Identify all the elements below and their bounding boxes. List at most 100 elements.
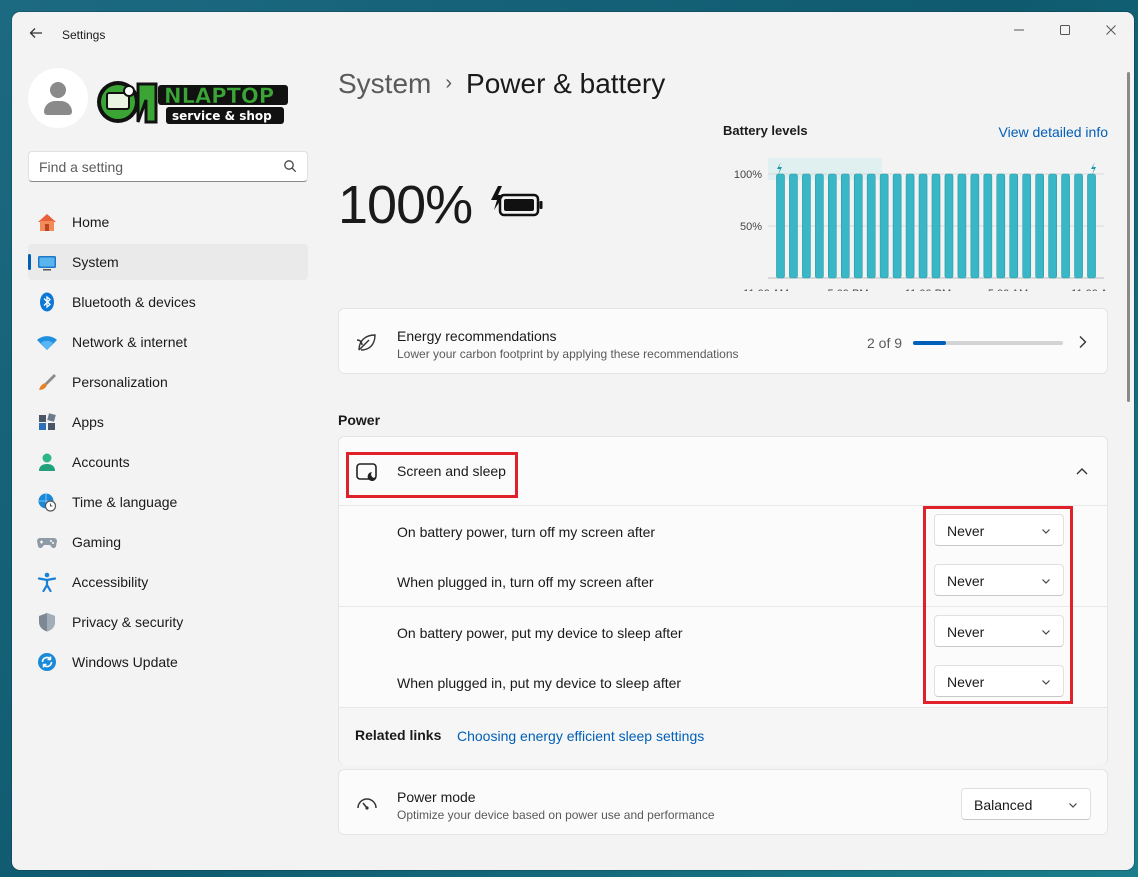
minimize-button[interactable] (996, 18, 1042, 46)
energy-sleep-settings-link[interactable]: Choosing energy efficient sleep settings (457, 728, 704, 744)
energy-subtitle: Lower your carbon footprint by applying … (397, 347, 739, 361)
sidebar-item-network[interactable]: Network & internet (28, 324, 308, 360)
minimize-icon (1014, 29, 1024, 31)
battery-charging-icon (491, 186, 543, 217)
sidebar-item-time-language[interactable]: Time & language (28, 484, 308, 520)
x-tick-label: 11:00 PM (905, 288, 951, 291)
related-links-label: Related links (355, 727, 442, 743)
sidebar-item-bluetooth[interactable]: Bluetooth & devices (28, 284, 308, 320)
brush-icon (39, 374, 56, 390)
chart-bar (1048, 173, 1057, 279)
power-mode-card: Power mode Optimize your device based on… (338, 769, 1108, 835)
search-input[interactable] (39, 158, 269, 176)
x-tick-label: 11:00 AM (743, 288, 789, 291)
sidebar-item-label: Network & internet (72, 334, 188, 350)
power-mode-select[interactable]: Balanced (961, 788, 1091, 820)
battery-percent: 100% (338, 175, 473, 235)
sidebar-item-system[interactable]: System (28, 244, 308, 280)
energy-title: Energy recommendations (397, 328, 557, 344)
sidebar-item-label: Personalization (72, 374, 168, 390)
chart-bar (828, 173, 837, 279)
energy-progress-bar (913, 341, 1063, 345)
view-detailed-info-link[interactable]: View detailed info (999, 124, 1108, 140)
avatar[interactable] (28, 68, 88, 128)
chart-bar (983, 173, 993, 279)
sidebar-item-label: Gaming (72, 534, 122, 550)
breadcrumb-chevron-icon: › (445, 72, 453, 94)
x-tick-label: 5:00 AM (988, 288, 1028, 291)
maximize-button[interactable] (1042, 18, 1088, 46)
chart-bar (840, 173, 850, 279)
update-icon (38, 653, 56, 671)
chevron-right-icon (1079, 336, 1087, 348)
battery-screen-off-label: On battery power, turn off my screen aft… (397, 524, 656, 540)
maximize-icon (1060, 25, 1070, 35)
sidebar-item-windows-update[interactable]: Windows Update (28, 644, 308, 680)
home-icon (38, 214, 56, 231)
sidebar-item-personalization[interactable]: Personalization (28, 364, 308, 400)
sidebar-item-label: Bluetooth & devices (72, 294, 196, 310)
breadcrumb-parent[interactable]: System (338, 68, 431, 99)
sidebar-item-label: Apps (72, 414, 104, 430)
scrollbar-thumb[interactable] (1127, 72, 1130, 402)
highlight-screen-sleep (346, 452, 518, 498)
chart-bar (1087, 173, 1096, 279)
y-tick-label: 100% (734, 169, 762, 181)
system-icon (38, 256, 56, 271)
sidebar-item-label: Accounts (72, 454, 130, 470)
chart-bar (1022, 173, 1032, 279)
shield-icon (39, 613, 55, 632)
x-tick-label: 5:00 PM (828, 288, 869, 291)
sidebar-item-label: Time & language (72, 494, 178, 510)
sidebar-item-privacy[interactable]: Privacy & security (28, 604, 308, 640)
gamepad-icon (37, 538, 57, 549)
accessibility-icon (37, 572, 57, 592)
search-icon (284, 160, 297, 173)
chevron-up-icon (1076, 468, 1088, 475)
related-links-row: Related links Choosing energy efficient … (339, 708, 1107, 765)
chart-bar (996, 173, 1006, 279)
chart-bar (815, 173, 824, 279)
charging-bolt-icon (1091, 162, 1096, 175)
power-section-label: Power (338, 412, 381, 428)
chart-bar (918, 173, 928, 279)
sidebar-item-accounts[interactable]: Accounts (28, 444, 308, 480)
sidebar-item-label: Privacy & security (72, 614, 184, 630)
power-mode-subtitle: Optimize your device based on power use … (397, 808, 715, 822)
globe-clock-icon (38, 493, 57, 512)
sidebar-item-label: Windows Update (72, 654, 178, 670)
chart-bar (1061, 173, 1070, 279)
sidebar-item-label: Accessibility (72, 574, 149, 590)
title-bar: Settings (12, 12, 1134, 56)
x-tick-label: 11:00 AM (1071, 288, 1108, 291)
chart-bar (1074, 173, 1083, 279)
sidebar-item-gaming[interactable]: Gaming (28, 524, 308, 560)
sidebar-item-accessibility[interactable]: Accessibility (28, 564, 308, 600)
settings-window: Settings NLAPTOP service & shop Home (12, 12, 1134, 870)
chart-bar (905, 173, 915, 279)
close-icon (1106, 25, 1116, 35)
app-title: Settings (62, 28, 106, 42)
apps-icon (39, 413, 56, 430)
plugged-screen-off-label: When plugged in, turn off my screen afte… (397, 574, 654, 590)
plugged-sleep-label: When plugged in, put my device to sleep … (397, 675, 682, 691)
logo-main-text: NLAPTOP (164, 84, 274, 108)
battery-sleep-label: On battery power, put my device to sleep… (397, 625, 683, 641)
back-arrow-icon (29, 28, 42, 38)
search-box[interactable] (28, 151, 308, 182)
chart-bar (957, 173, 967, 279)
sidebar-item-apps[interactable]: Apps (28, 404, 308, 440)
chart-bar (892, 173, 902, 279)
wifi-icon (37, 336, 57, 350)
chart-bar (802, 173, 811, 279)
back-button[interactable] (26, 25, 46, 43)
leaf-icon (356, 334, 376, 351)
sidebar-item-home[interactable]: Home (28, 204, 308, 240)
avatar-head-icon (50, 82, 66, 98)
energy-recommendations-card[interactable]: Energy recommendations Lower your carbon… (338, 308, 1108, 374)
close-button[interactable] (1088, 18, 1134, 46)
power-mode-title: Power mode (397, 789, 476, 805)
chart-bar (931, 173, 941, 279)
energy-progress-text: 2 of 9 (867, 335, 903, 351)
chart-bar (1009, 173, 1019, 279)
